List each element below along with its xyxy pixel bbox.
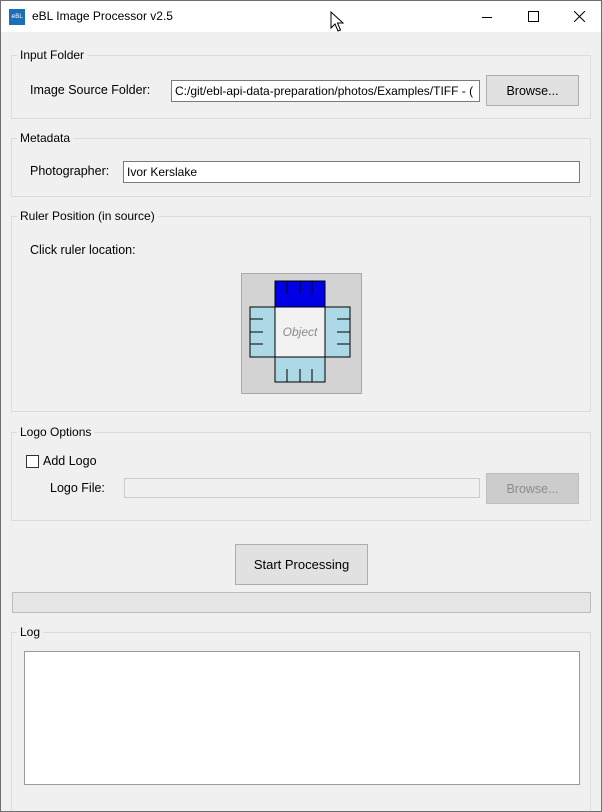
- app-logo-icon: eBL: [9, 9, 25, 25]
- input-folder-legend: Input Folder: [17, 48, 88, 62]
- log-textarea[interactable]: [24, 651, 580, 785]
- ruler-top-option[interactable]: [274, 280, 326, 308]
- maximize-icon: [527, 11, 539, 22]
- close-icon: [573, 11, 585, 22]
- source-folder-label: Image Source Folder:: [30, 83, 151, 97]
- object-label: Object: [283, 325, 318, 339]
- photographer-label: Photographer:: [30, 164, 110, 178]
- ruler-position-legend: Ruler Position (in source): [17, 209, 158, 223]
- add-logo-checkbox[interactable]: [26, 455, 39, 468]
- window-title: eBL Image Processor v2.5: [32, 9, 173, 23]
- log-legend: Log: [17, 625, 44, 639]
- progress-bar: [12, 592, 591, 613]
- logo-options-legend: Logo Options: [17, 425, 95, 439]
- metadata-legend: Metadata: [17, 131, 74, 145]
- maximize-button[interactable]: [510, 1, 556, 32]
- source-folder-input[interactable]: C:/git/ebl-api-data-preparation/photos/E…: [171, 80, 480, 102]
- start-processing-button[interactable]: Start Processing: [235, 544, 368, 585]
- minimize-icon: [482, 16, 492, 18]
- add-logo-label[interactable]: Add Logo: [43, 454, 97, 468]
- mouse-cursor-icon: [330, 11, 344, 32]
- photographer-input[interactable]: Ivor Kerslake: [123, 161, 580, 183]
- ruler-bottom-option[interactable]: [274, 356, 326, 383]
- ruler-selector: Object: [241, 273, 362, 394]
- logo-file-input[interactable]: [124, 478, 480, 498]
- ruler-left-option[interactable]: [249, 306, 276, 358]
- logo-file-label: Logo File:: [50, 481, 105, 495]
- source-browse-button[interactable]: Browse...: [486, 75, 579, 106]
- logo-browse-button[interactable]: Browse...: [486, 473, 579, 504]
- title-bar[interactable]: eBL eBL Image Processor v2.5: [1, 1, 601, 32]
- close-button[interactable]: [556, 1, 602, 32]
- ruler-prompt: Click ruler location:: [30, 243, 136, 257]
- ruler-right-option[interactable]: [324, 306, 351, 358]
- app-window: eBL eBL Image Processor v2.5 Input Folde…: [0, 0, 602, 812]
- minimize-button[interactable]: [464, 1, 510, 32]
